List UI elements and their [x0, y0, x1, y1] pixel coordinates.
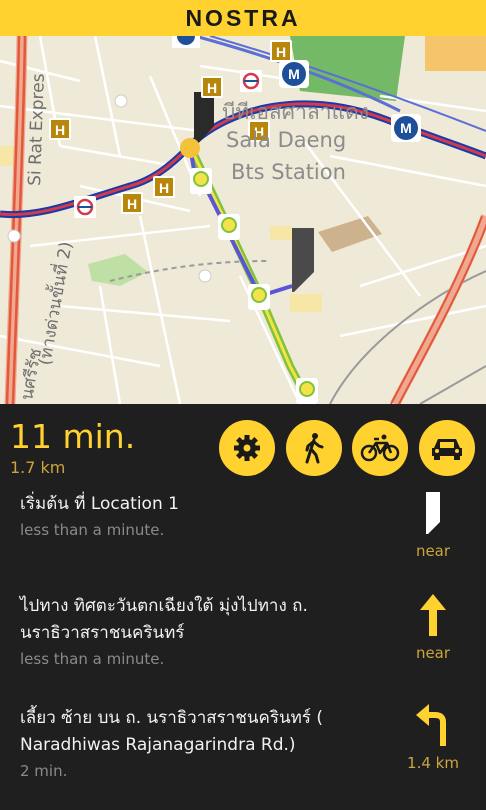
- station-label-type: Bts Station: [231, 160, 346, 184]
- step-side: near: [396, 594, 470, 662]
- bts-logo-icon: [240, 70, 262, 92]
- step-side: 1.4 km: [396, 704, 470, 772]
- step-distance: 1.4 km: [407, 754, 459, 772]
- step-distance: near: [415, 644, 451, 662]
- walk-mode-button[interactable]: [286, 420, 342, 476]
- svg-text:H: H: [127, 196, 137, 212]
- trip-duration: 11 min.: [10, 417, 136, 456]
- step-instruction: เลี้ยว ซ้าย บน ถ. นราธิวาสราชนครินทร์ ( …: [20, 708, 323, 755]
- bts-station-icon[interactable]: [296, 378, 318, 404]
- step-side: near: [396, 492, 470, 560]
- map-view[interactable]: M M H H H H H H Si Rat Expres (ทางด่วนขั…: [0, 36, 486, 404]
- directions-panel: 11 min. 1.7 km เริ่มต้น ที่ Location 1 l…: [0, 404, 486, 810]
- bicycle-icon: [360, 434, 400, 462]
- orange-block: [425, 36, 486, 71]
- settings-button[interactable]: [219, 420, 275, 476]
- hotel-icon[interactable]: H: [201, 76, 223, 98]
- svg-text:M: M: [400, 120, 412, 136]
- svg-text:H: H: [276, 44, 286, 60]
- svg-text:H: H: [159, 180, 169, 196]
- bts-station-icon[interactable]: [190, 168, 212, 194]
- metro-icon[interactable]: [172, 36, 200, 48]
- station-label-name: Sala Daeng: [226, 128, 347, 152]
- nostra-logo: NOSTRA: [185, 4, 301, 31]
- bicycle-mode-button[interactable]: [352, 420, 408, 476]
- app-header: NOSTRA: [0, 0, 486, 36]
- turn-left-icon: [416, 704, 446, 746]
- direction-step[interactable]: เริ่มต้น ที่ Location 1 less than a minu…: [20, 491, 380, 541]
- step-time: 2 min.: [20, 762, 68, 780]
- current-location-icon: [180, 138, 200, 158]
- trip-distance: 1.7 km: [10, 458, 66, 477]
- station-label-thai: บีทีเอสศาลาแดง: [222, 100, 369, 124]
- step-distance: near: [415, 542, 451, 560]
- walking-person-icon: [305, 433, 324, 464]
- map-canvas[interactable]: M M H H H H H H Si Rat Expres (ทางด่วนขั…: [0, 36, 486, 404]
- arrow-up-icon: [420, 594, 446, 636]
- svg-text:M: M: [288, 66, 300, 82]
- step-time: less than a minute.: [20, 521, 165, 539]
- bts-logo-icon: [74, 196, 96, 218]
- hotel-icon[interactable]: H: [49, 118, 71, 140]
- metro-icon[interactable]: M: [279, 60, 309, 88]
- hotel-icon[interactable]: H: [121, 192, 143, 214]
- hotel-icon[interactable]: H: [153, 176, 175, 198]
- hotel-icon[interactable]: H: [270, 40, 292, 62]
- step-time: less than a minute.: [20, 650, 165, 668]
- direction-step[interactable]: เลี้ยว ซ้าย บน ถ. นราธิวาสราชนครินทร์ ( …: [20, 705, 380, 782]
- step-instruction: เริ่มต้น ที่ Location 1: [20, 494, 179, 514]
- metro-icon[interactable]: M: [391, 114, 421, 142]
- start-flag-icon: [426, 492, 440, 534]
- step-instruction: ไปทาง ทิศตะวันตกเฉียงใต้ มุ่งไปทาง ถ. นร…: [20, 596, 308, 643]
- svg-text:H: H: [55, 122, 65, 138]
- car-mode-button[interactable]: [419, 420, 475, 476]
- bts-station-icon[interactable]: [248, 284, 270, 310]
- svg-text:H: H: [207, 80, 217, 96]
- car-icon: [432, 439, 462, 460]
- road-label: Si Rat Expres: [25, 73, 49, 186]
- bts-station-icon[interactable]: [218, 214, 240, 240]
- gear-icon: [234, 435, 260, 461]
- direction-step[interactable]: ไปทาง ทิศตะวันตกเฉียงใต้ มุ่งไปทาง ถ. นร…: [20, 593, 380, 670]
